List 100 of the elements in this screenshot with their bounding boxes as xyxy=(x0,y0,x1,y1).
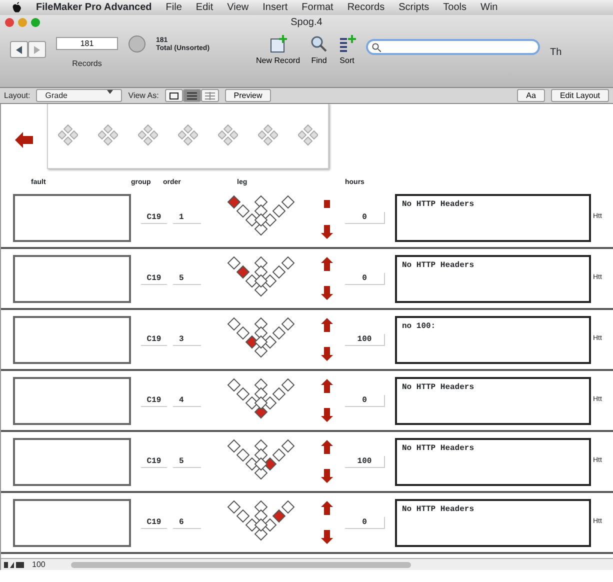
order-field[interactable]: 1 xyxy=(173,212,201,224)
note-field[interactable]: No HTTP Headers xyxy=(395,254,591,302)
move-up-button[interactable] xyxy=(321,256,333,272)
peg[interactable] xyxy=(245,518,259,532)
menu-item[interactable]: Format xyxy=(302,0,334,15)
horizontal-scrollbar[interactable] xyxy=(71,562,412,568)
peg[interactable] xyxy=(254,264,268,278)
peg[interactable] xyxy=(254,316,268,330)
move-down-button[interactable] xyxy=(321,530,333,544)
note-field[interactable]: No HTTP Headers xyxy=(395,194,591,242)
fault-field[interactable] xyxy=(13,438,131,486)
order-field[interactable]: 5 xyxy=(173,272,201,284)
peg[interactable] xyxy=(227,438,241,452)
peg[interactable] xyxy=(281,194,295,208)
hours-field[interactable]: 0 xyxy=(345,212,385,224)
peg[interactable] xyxy=(227,378,241,392)
peg[interactable] xyxy=(254,326,268,340)
move-down-button[interactable] xyxy=(321,468,333,484)
app-menu[interactable]: FileMaker Pro Advanced xyxy=(36,0,152,15)
note-field[interactable]: no 100: xyxy=(395,316,591,364)
peg[interactable] xyxy=(254,378,268,392)
layout-dropdown[interactable]: Grade xyxy=(36,89,122,102)
peg[interactable] xyxy=(272,386,286,400)
peg[interactable] xyxy=(254,274,268,288)
peg[interactable] xyxy=(272,326,286,340)
move-down-button[interactable] xyxy=(321,224,333,240)
peg[interactable] xyxy=(227,194,241,208)
order-field[interactable]: 3 xyxy=(173,334,201,346)
peg[interactable] xyxy=(263,518,277,532)
peg[interactable] xyxy=(281,500,295,514)
note-field[interactable]: No HTTP Headers xyxy=(395,498,591,546)
peg[interactable] xyxy=(263,274,277,288)
menu-item[interactable]: Win xyxy=(480,0,498,15)
search-field[interactable] xyxy=(366,39,540,55)
peg[interactable] xyxy=(263,334,277,348)
order-field[interactable]: 4 xyxy=(173,394,201,406)
menu-item[interactable]: Insert xyxy=(262,0,288,15)
peg[interactable] xyxy=(263,212,277,226)
peg[interactable] xyxy=(254,282,268,296)
preview-button[interactable]: Preview xyxy=(224,89,272,102)
peg[interactable] xyxy=(254,194,268,208)
menu-item[interactable]: Edit xyxy=(196,0,214,15)
peg[interactable] xyxy=(254,396,268,410)
peg[interactable] xyxy=(236,448,250,462)
menu-item[interactable]: File xyxy=(166,0,182,15)
zoom-level[interactable]: 100 xyxy=(32,558,46,570)
peg[interactable] xyxy=(236,508,250,522)
peg[interactable] xyxy=(227,500,241,514)
record-number-field[interactable]: 181 xyxy=(56,37,118,50)
peg[interactable] xyxy=(245,456,259,470)
peg[interactable] xyxy=(281,256,295,270)
back-arrow-button[interactable] xyxy=(15,132,33,148)
fault-field[interactable] xyxy=(13,194,131,242)
hours-field[interactable]: 0 xyxy=(345,516,385,528)
peg[interactable] xyxy=(236,204,250,218)
move-down-button[interactable] xyxy=(321,346,333,362)
peg[interactable] xyxy=(245,396,259,410)
peg[interactable] xyxy=(254,334,268,348)
menu-item[interactable]: Records xyxy=(347,0,385,15)
peg[interactable] xyxy=(254,438,268,452)
peg[interactable] xyxy=(263,396,277,410)
group-field[interactable]: C19 xyxy=(141,516,167,528)
peg[interactable] xyxy=(254,386,268,400)
move-up-button[interactable] xyxy=(321,500,333,516)
peg[interactable] xyxy=(254,448,268,462)
peg[interactable] xyxy=(254,526,268,540)
view-button[interactable] xyxy=(164,89,183,102)
toolbar-button[interactable]: Sort xyxy=(338,35,356,67)
group-field[interactable]: C19 xyxy=(141,334,167,346)
group-field[interactable]: C19 xyxy=(141,394,167,406)
hours-field[interactable]: 100 xyxy=(345,456,385,468)
peg[interactable] xyxy=(254,256,268,270)
peg[interactable] xyxy=(236,326,250,340)
peg[interactable] xyxy=(227,256,241,270)
peg[interactable] xyxy=(281,438,295,452)
note-field[interactable]: No HTTP Headers xyxy=(395,376,591,424)
peg[interactable] xyxy=(254,222,268,236)
group-field[interactable]: C19 xyxy=(141,212,167,224)
fault-field[interactable] xyxy=(13,376,131,424)
order-field[interactable]: 6 xyxy=(173,516,201,528)
view-button[interactable] xyxy=(182,89,201,102)
peg[interactable] xyxy=(254,508,268,522)
peg[interactable] xyxy=(245,212,259,226)
group-field[interactable]: C19 xyxy=(141,456,167,468)
peg[interactable] xyxy=(254,344,268,358)
menu-item[interactable]: View xyxy=(227,0,249,15)
peg[interactable] xyxy=(272,264,286,278)
move-down-button[interactable] xyxy=(321,286,333,300)
peg[interactable] xyxy=(236,386,250,400)
peg[interactable] xyxy=(281,378,295,392)
note-field[interactable]: No HTTP Headers xyxy=(395,438,591,486)
move-up-button[interactable] xyxy=(321,378,333,394)
edit-layout-button[interactable]: Edit Layout xyxy=(550,89,609,102)
hours-field[interactable]: 100 xyxy=(345,334,385,346)
hours-field[interactable]: 0 xyxy=(345,394,385,406)
peg[interactable] xyxy=(227,316,241,330)
menu-item[interactable]: Scripts xyxy=(398,0,430,15)
fault-field[interactable] xyxy=(13,498,131,546)
peg[interactable] xyxy=(272,204,286,218)
peg[interactable] xyxy=(272,448,286,462)
